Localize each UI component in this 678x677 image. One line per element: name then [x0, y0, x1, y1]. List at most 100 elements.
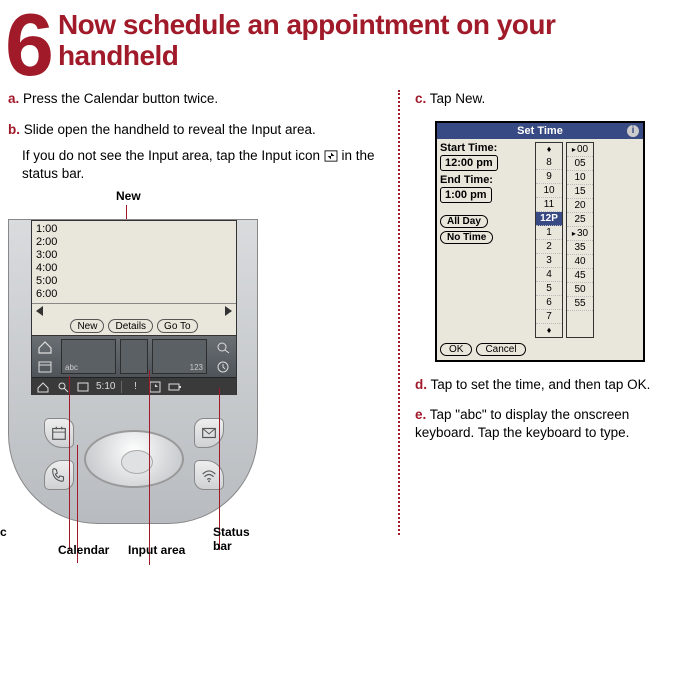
minute-option[interactable]: 30 [567, 227, 593, 241]
no-time-button[interactable]: No Time [440, 231, 493, 244]
step-c-text: Tap New. [430, 91, 486, 106]
callout-abc-line [69, 376, 70, 551]
goto-button[interactable]: Go To [157, 319, 198, 333]
minute-option[interactable]: 25 [567, 213, 593, 227]
callout-statusbar-label: Status bar [213, 525, 258, 553]
section-header: 6 Now schedule an appointment on your ha… [0, 0, 678, 90]
step-e-text: Tap "abc" to display the onscreen keyboa… [415, 407, 629, 440]
minute-option[interactable]: 35 [567, 241, 593, 255]
hour-option[interactable]: 8 [536, 156, 562, 170]
hour-option[interactable]: 7 [536, 310, 562, 324]
screen: 1:00 2:00 3:00 4:00 5:00 6:00 New Detail… [31, 220, 237, 395]
step-a: a. Press the Calendar button twice. [8, 90, 383, 108]
sb-sys-icon[interactable] [168, 380, 182, 394]
sb-alert-icon[interactable]: ! [128, 380, 142, 394]
minute-option[interactable]: 45 [567, 269, 593, 283]
all-day-button[interactable]: All Day [440, 215, 488, 228]
hour-up-icon[interactable]: ♦ [536, 143, 562, 156]
callout-abc-label: abc [0, 525, 7, 539]
phone-icon [50, 466, 68, 484]
input-area: abc 123 [32, 335, 236, 377]
screen-button-row: New Details Go To [32, 317, 236, 335]
menu-icon[interactable] [37, 360, 53, 374]
minute-option[interactable]: 55 [567, 297, 593, 311]
graffiti-area[interactable]: abc 123 [58, 336, 210, 377]
graffiti-numbers[interactable]: 123 [152, 339, 207, 374]
hour-option[interactable]: 5 [536, 282, 562, 296]
hour-option[interactable]: 3 [536, 254, 562, 268]
minute-option[interactable]: 10 [567, 171, 593, 185]
step-e-label: e. [415, 407, 426, 422]
step-c-label: c. [415, 91, 426, 106]
time-row: 6:00 [36, 288, 232, 301]
prev-day-icon[interactable] [36, 306, 43, 316]
sb-menu-icon[interactable] [76, 380, 90, 394]
step-d-label: d. [415, 377, 427, 392]
mail-icon [200, 424, 218, 442]
wifi-icon [200, 466, 218, 484]
step-number: 6 [5, 10, 48, 80]
left-column: a. Press the Calendar button twice. b. S… [8, 90, 398, 535]
hour-down-icon[interactable]: ♦ [536, 324, 562, 337]
time-row: 1:00 [36, 223, 232, 236]
abc-label[interactable]: abc [65, 363, 78, 372]
step-b-text: Slide open the handheld to reveal the In… [24, 122, 316, 137]
minute-option[interactable]: 20 [567, 199, 593, 213]
ok-button[interactable]: OK [440, 343, 472, 356]
graffiti-letters[interactable]: abc [61, 339, 116, 374]
hour-picker[interactable]: ♦ 8 9 10 11 12P 1 2 3 4 5 6 7 ♦ [535, 142, 563, 338]
dialog-footer: OK Cancel [437, 341, 643, 360]
home-icon[interactable] [37, 340, 53, 354]
step-b-note: If you do not see the Input area, tap th… [22, 147, 383, 183]
input-left-icons [32, 336, 58, 377]
hour-option[interactable]: 2 [536, 240, 562, 254]
minute-picker[interactable]: 00 05 10 15 20 25 30 35 40 45 50 55 [566, 142, 594, 338]
info-icon[interactable]: i [627, 125, 639, 137]
hour-option[interactable]: 11 [536, 198, 562, 212]
new-button[interactable]: New [70, 319, 104, 333]
hour-option[interactable]: 10 [536, 184, 562, 198]
time-row: 4:00 [36, 262, 232, 275]
num-label[interactable]: 123 [190, 363, 203, 372]
hour-option[interactable]: 1 [536, 226, 562, 240]
sb-input-toggle-icon[interactable] [148, 380, 162, 394]
cancel-button[interactable]: Cancel [476, 343, 525, 356]
dialog-title: Set Time [517, 125, 563, 137]
step-e: e. Tap "abc" to display the onscreen key… [415, 406, 668, 442]
callout-inputarea-line [149, 370, 150, 565]
hour-option[interactable]: 4 [536, 268, 562, 282]
next-day-icon[interactable] [225, 306, 232, 316]
step-b: b. Slide open the handheld to reveal the… [8, 121, 383, 184]
step-b-label: b. [8, 122, 20, 137]
input-toggle-icon [324, 150, 338, 162]
set-time-dialog: Set Time i Start Time: 12:00 pm End Time… [435, 121, 645, 362]
minute-option[interactable]: 00 [567, 143, 593, 157]
calendar-time-list: 1:00 2:00 3:00 4:00 5:00 6:00 [32, 221, 236, 303]
hour-option-selected[interactable]: 12P [536, 212, 562, 226]
sb-time: 5:10 [96, 381, 115, 392]
right-column: c. Tap New. Set Time i Start Time: 12:00… [398, 90, 668, 535]
dialog-title-bar: Set Time i [437, 123, 643, 139]
sb-home-icon[interactable] [36, 380, 50, 394]
calendar-icon [50, 424, 68, 442]
find-icon[interactable] [215, 340, 231, 354]
hour-option[interactable]: 9 [536, 170, 562, 184]
hour-option[interactable]: 6 [536, 296, 562, 310]
dialog-left-panel: Start Time: 12:00 pm End Time: 1:00 pm A… [440, 142, 532, 338]
graffiti-caps[interactable] [120, 339, 148, 374]
navigation-pad[interactable] [84, 430, 184, 488]
minute-option[interactable]: 15 [567, 185, 593, 199]
handheld-illustration: New 1:00 2:00 3:00 4:00 5:00 6:00 [8, 195, 258, 535]
date-nav-bar [32, 303, 236, 317]
minute-option[interactable]: 05 [567, 157, 593, 171]
details-button[interactable]: Details [108, 319, 153, 333]
minute-option[interactable]: 40 [567, 255, 593, 269]
clock-icon[interactable] [215, 360, 231, 374]
input-right-icons [210, 336, 236, 377]
sb-find-icon[interactable] [56, 380, 70, 394]
callout-inputarea-label: Input area [128, 543, 185, 557]
start-time-value[interactable]: 12:00 pm [440, 155, 498, 171]
end-time-value[interactable]: 1:00 pm [440, 187, 492, 203]
callout-calendar-label: Calendar [58, 543, 109, 557]
minute-option[interactable]: 50 [567, 283, 593, 297]
